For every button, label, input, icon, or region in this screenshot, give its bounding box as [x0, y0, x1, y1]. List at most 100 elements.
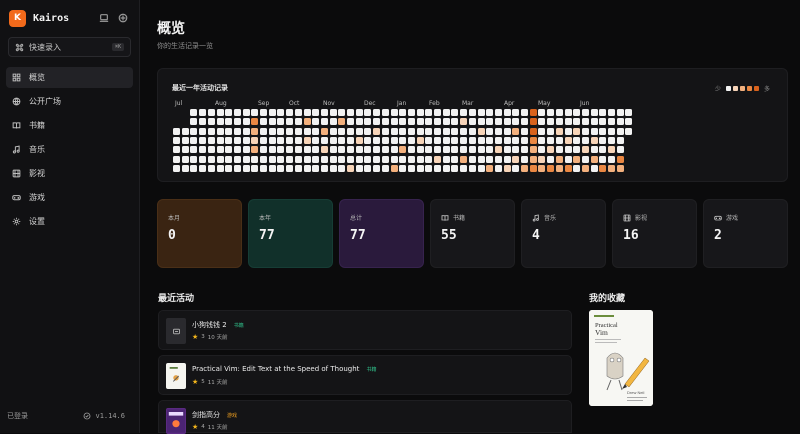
heatmap-cell[interactable]: [399, 118, 407, 126]
heatmap-cell[interactable]: [599, 118, 607, 126]
heatmap-cell[interactable]: [512, 164, 520, 172]
heatmap-cell[interactable]: [503, 118, 511, 126]
heatmap-cell[interactable]: [190, 146, 198, 154]
heatmap-cell[interactable]: [199, 136, 207, 144]
heatmap-cell[interactable]: [347, 146, 354, 154]
heatmap-cell[interactable]: [434, 109, 441, 116]
heatmap-cell[interactable]: [347, 136, 354, 144]
heatmap-cell[interactable]: [225, 118, 233, 126]
sidebar-item-overview[interactable]: 概览: [6, 67, 133, 88]
heatmap-cell[interactable]: [416, 155, 424, 163]
heatmap-cell[interactable]: [312, 146, 320, 154]
heatmap-cell[interactable]: [233, 136, 241, 144]
heatmap-cell[interactable]: [460, 136, 468, 144]
heatmap-cell[interactable]: [355, 146, 363, 154]
heatmap-cell[interactable]: [338, 118, 346, 126]
heatmap-cell[interactable]: [564, 146, 572, 154]
heatmap-cell[interactable]: [381, 164, 389, 172]
heatmap-cell[interactable]: [555, 146, 563, 154]
heatmap-cell[interactable]: [277, 136, 285, 144]
heatmap-cell[interactable]: [547, 146, 555, 154]
heatmap-cell[interactable]: [442, 155, 450, 163]
heatmap-cell[interactable]: [468, 136, 476, 144]
heatmap-cell[interactable]: [521, 164, 528, 172]
heatmap-cell[interactable]: [512, 109, 520, 116]
heatmap-cell[interactable]: [303, 155, 311, 163]
heatmap-cell[interactable]: [608, 109, 615, 116]
heatmap-cell[interactable]: [251, 118, 259, 126]
heatmap-cell[interactable]: [399, 155, 407, 163]
heatmap-cell[interactable]: [468, 164, 476, 172]
heatmap-cell[interactable]: [407, 164, 415, 172]
heatmap-cell[interactable]: [173, 146, 180, 154]
heatmap-cell[interactable]: [538, 164, 546, 172]
heatmap-cell[interactable]: [451, 118, 459, 126]
heatmap-cell[interactable]: [329, 136, 337, 144]
heatmap-cell[interactable]: [260, 136, 267, 144]
heatmap-cell[interactable]: [364, 127, 372, 135]
heatmap-cell[interactable]: [199, 109, 207, 116]
heatmap-cell[interactable]: [434, 118, 441, 126]
heatmap-cell[interactable]: [503, 164, 511, 172]
heatmap-cell[interactable]: [590, 118, 598, 126]
heatmap-cell[interactable]: [608, 155, 615, 163]
heatmap-cell[interactable]: [625, 118, 633, 126]
heatmap-cell[interactable]: [425, 136, 433, 144]
heatmap-cell[interactable]: [494, 146, 502, 154]
heatmap-cell[interactable]: [242, 146, 250, 154]
heatmap-cell[interactable]: [277, 155, 285, 163]
heatmap-cell[interactable]: [416, 127, 424, 135]
heatmap-cell[interactable]: [521, 127, 528, 135]
heatmap-cell[interactable]: [460, 127, 468, 135]
heatmap-cell[interactable]: [294, 127, 302, 135]
heatmap-cell[interactable]: [190, 155, 198, 163]
stat-card-music[interactable]: 音乐 4: [521, 199, 606, 268]
heatmap-cell[interactable]: [286, 136, 294, 144]
heatmap-cell[interactable]: [320, 164, 328, 172]
heatmap-cell[interactable]: [373, 109, 381, 116]
heatmap-cell[interactable]: [216, 146, 224, 154]
heatmap-cell[interactable]: [338, 146, 346, 154]
heatmap-cell[interactable]: [355, 109, 363, 116]
heatmap-cell[interactable]: [181, 136, 189, 144]
heatmap-cell[interactable]: [486, 155, 494, 163]
heatmap-cell[interactable]: [581, 127, 589, 135]
heatmap-cell[interactable]: [564, 127, 572, 135]
heatmap-cell[interactable]: [320, 118, 328, 126]
heatmap-cell[interactable]: [207, 164, 215, 172]
heatmap-cell[interactable]: [268, 155, 276, 163]
heatmap-cell[interactable]: [207, 109, 215, 116]
heatmap-cell[interactable]: [294, 155, 302, 163]
heatmap-cell[interactable]: [190, 127, 198, 135]
heatmap-cell[interactable]: [233, 127, 241, 135]
heatmap-cell[interactable]: [425, 146, 433, 154]
heatmap-cell[interactable]: [434, 164, 441, 172]
heatmap-cell[interactable]: [303, 146, 311, 154]
heatmap-cell[interactable]: [233, 118, 241, 126]
heatmap-cell[interactable]: [347, 127, 354, 135]
heatmap-cell[interactable]: [347, 109, 354, 116]
heatmap-cell[interactable]: [320, 136, 328, 144]
heatmap-cell[interactable]: [225, 109, 233, 116]
heatmap-cell[interactable]: [608, 136, 615, 144]
heatmap-cell[interactable]: [538, 146, 546, 154]
heatmap-cell[interactable]: [373, 155, 381, 163]
heatmap-cell[interactable]: [355, 127, 363, 135]
heatmap-cell[interactable]: [460, 109, 468, 116]
heatmap-cell[interactable]: [477, 109, 485, 116]
heatmap-cell[interactable]: [347, 164, 354, 172]
heatmap-cell[interactable]: [573, 118, 581, 126]
sidebar-item-film[interactable]: 影视: [6, 163, 133, 184]
heatmap-cell[interactable]: [312, 118, 320, 126]
heatmap-cell[interactable]: [407, 146, 415, 154]
stat-card-total[interactable]: 总计 77: [339, 199, 424, 268]
heatmap-cell[interactable]: [190, 109, 198, 116]
heatmap-cell[interactable]: [407, 118, 415, 126]
heatmap-cell[interactable]: [233, 155, 241, 163]
heatmap-cell[interactable]: [251, 127, 259, 135]
heatmap-cell[interactable]: [329, 146, 337, 154]
heatmap-cell[interactable]: [616, 118, 624, 126]
heatmap-cell[interactable]: [286, 164, 294, 172]
heatmap-cell[interactable]: [242, 164, 250, 172]
heatmap-cell[interactable]: [373, 164, 381, 172]
